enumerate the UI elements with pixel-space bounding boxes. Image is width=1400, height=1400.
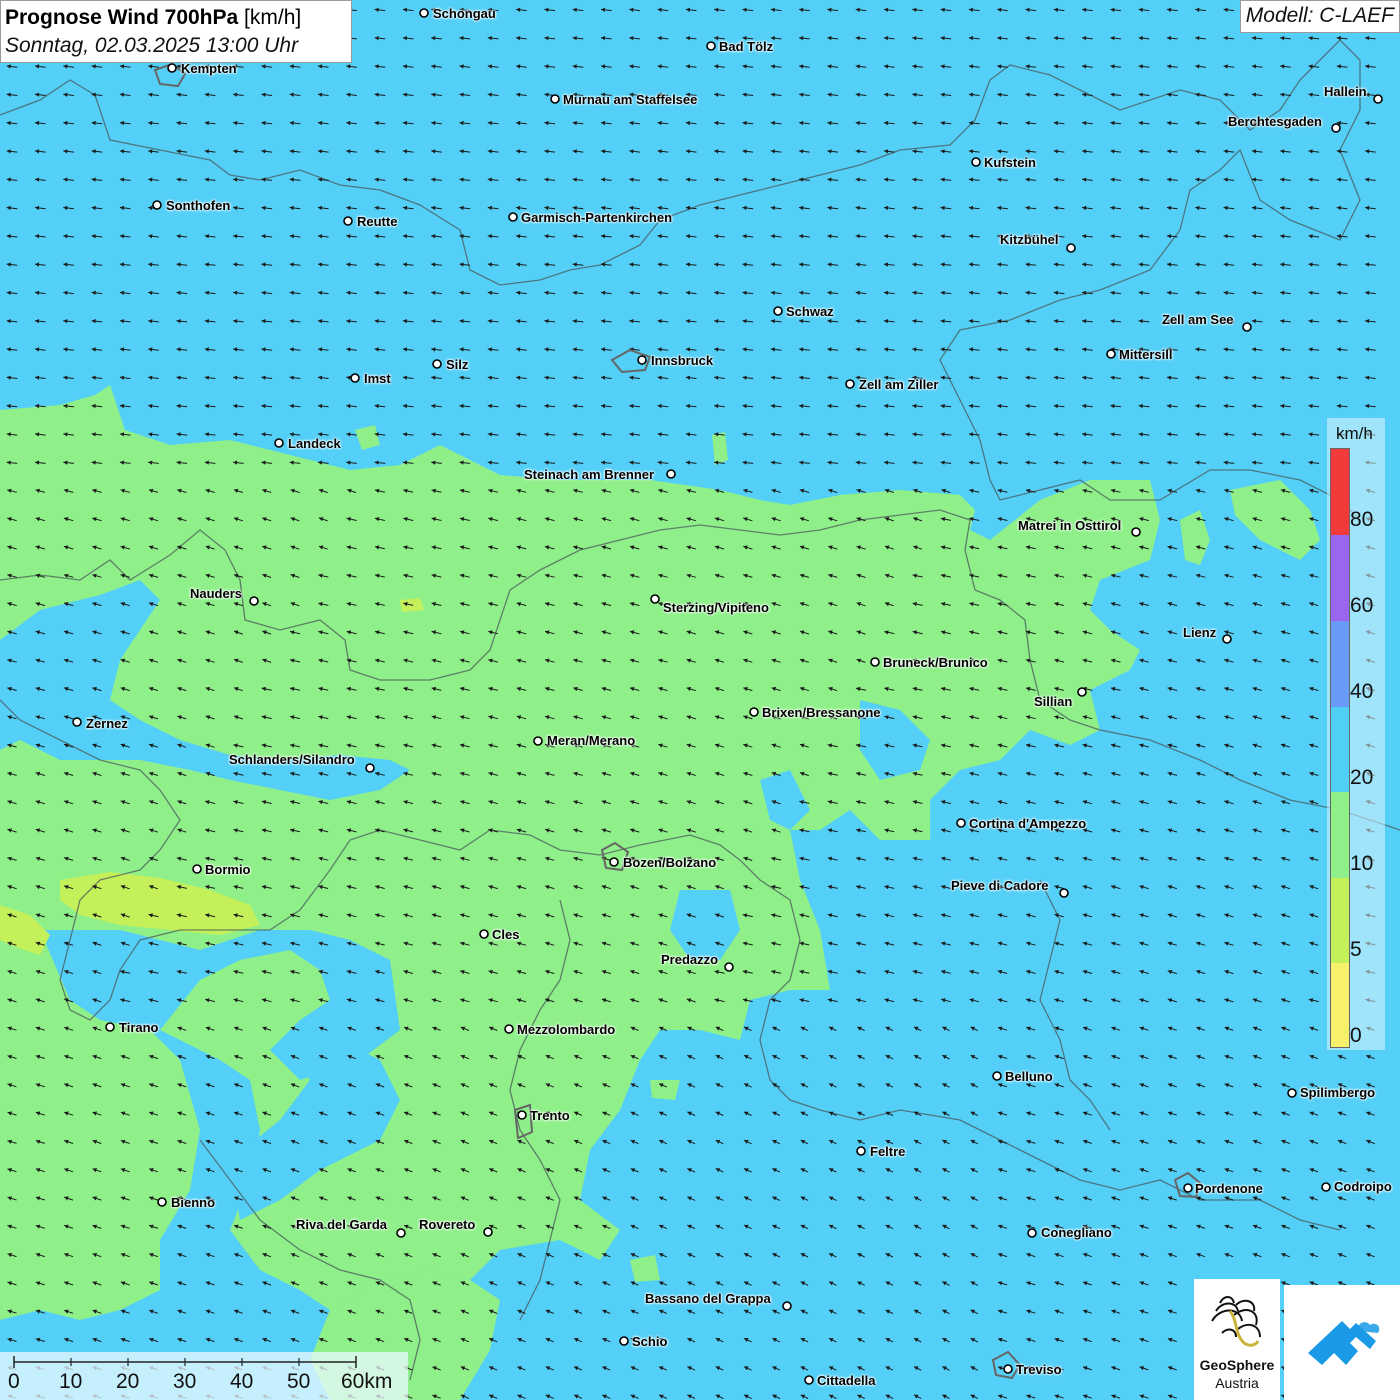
city-marker (249, 596, 259, 606)
city-marker (350, 373, 360, 383)
city-marker (619, 1336, 629, 1346)
city-marker (650, 594, 660, 604)
city-marker (1066, 243, 1076, 253)
city-marker (1222, 634, 1232, 644)
city-marker (870, 657, 880, 667)
city-marker (157, 1197, 167, 1207)
city-marker (1321, 1182, 1331, 1192)
city-marker (1077, 687, 1087, 697)
title-unit: [km/h] (244, 6, 302, 29)
city-marker (517, 1110, 527, 1120)
map-title: Prognose Wind 700hPa [km/h] (5, 4, 351, 32)
city-marker (533, 736, 543, 746)
city-marker (419, 8, 429, 18)
city-marker (508, 212, 518, 222)
city-marker (609, 857, 619, 867)
city-label: Kufstein (984, 155, 1036, 170)
city-label: Murnau am Staffelsee (563, 92, 698, 107)
city-label: Berchtesgaden (1228, 114, 1322, 129)
city-marker (192, 864, 202, 874)
title-box: Prognose Wind 700hPa [km/h] Sonntag, 02.… (0, 0, 352, 63)
city-marker (804, 1375, 814, 1385)
city-marker (504, 1024, 514, 1034)
city-marker (479, 929, 489, 939)
city-marker (550, 94, 560, 104)
city-marker (706, 41, 716, 51)
city-marker (749, 707, 759, 717)
weather-map: Prognose Wind 700hPa [km/h] Sonntag, 02.… (0, 0, 1400, 1400)
city-marker (152, 200, 162, 210)
city-marker (666, 469, 676, 479)
wind-zone-green-spot-5 (650, 1080, 680, 1100)
city-marker (782, 1301, 792, 1311)
city-marker (167, 63, 177, 73)
city-marker (637, 355, 647, 365)
city-marker (274, 438, 284, 448)
city-marker (483, 1227, 493, 1237)
city-marker (343, 216, 353, 226)
city-marker (432, 359, 442, 369)
city-marker (365, 763, 375, 773)
city-marker (396, 1228, 406, 1238)
model-label: Modell: C-LAEF (1239, 0, 1400, 33)
city-marker (856, 1146, 866, 1156)
city-label: Bad Tölz (719, 39, 774, 54)
city-marker (1331, 123, 1341, 133)
city-marker (1183, 1183, 1193, 1193)
city-label: Schongau (433, 6, 496, 21)
city-marker (773, 306, 783, 316)
city-marker (992, 1071, 1002, 1081)
city-marker (1373, 94, 1383, 104)
city-marker (845, 379, 855, 389)
city-label: Garmisch-Partenkirchen (521, 210, 673, 225)
city-marker (105, 1022, 115, 1032)
city-marker (971, 157, 981, 167)
city-marker (72, 717, 82, 727)
city-marker (1106, 349, 1116, 359)
forecast-datetime: Sonntag, 02.03.2025 13:00 Uhr (5, 34, 299, 57)
city-marker (1131, 527, 1141, 537)
title-main: Prognose Wind 700hPa (5, 6, 239, 29)
city-label: Hallein (1324, 84, 1367, 99)
city-marker (1242, 322, 1252, 332)
city-label: Kempten (181, 61, 237, 76)
city-label: Reutte (357, 214, 398, 229)
city-marker (1027, 1228, 1037, 1238)
city-label: Sonthofen (166, 198, 231, 213)
city-marker (1287, 1088, 1297, 1098)
city-marker (956, 818, 966, 828)
city-marker (1059, 888, 1069, 898)
city-label: Kitzbühel (1000, 232, 1059, 247)
city-marker (724, 962, 734, 972)
city-marker (1003, 1364, 1013, 1374)
